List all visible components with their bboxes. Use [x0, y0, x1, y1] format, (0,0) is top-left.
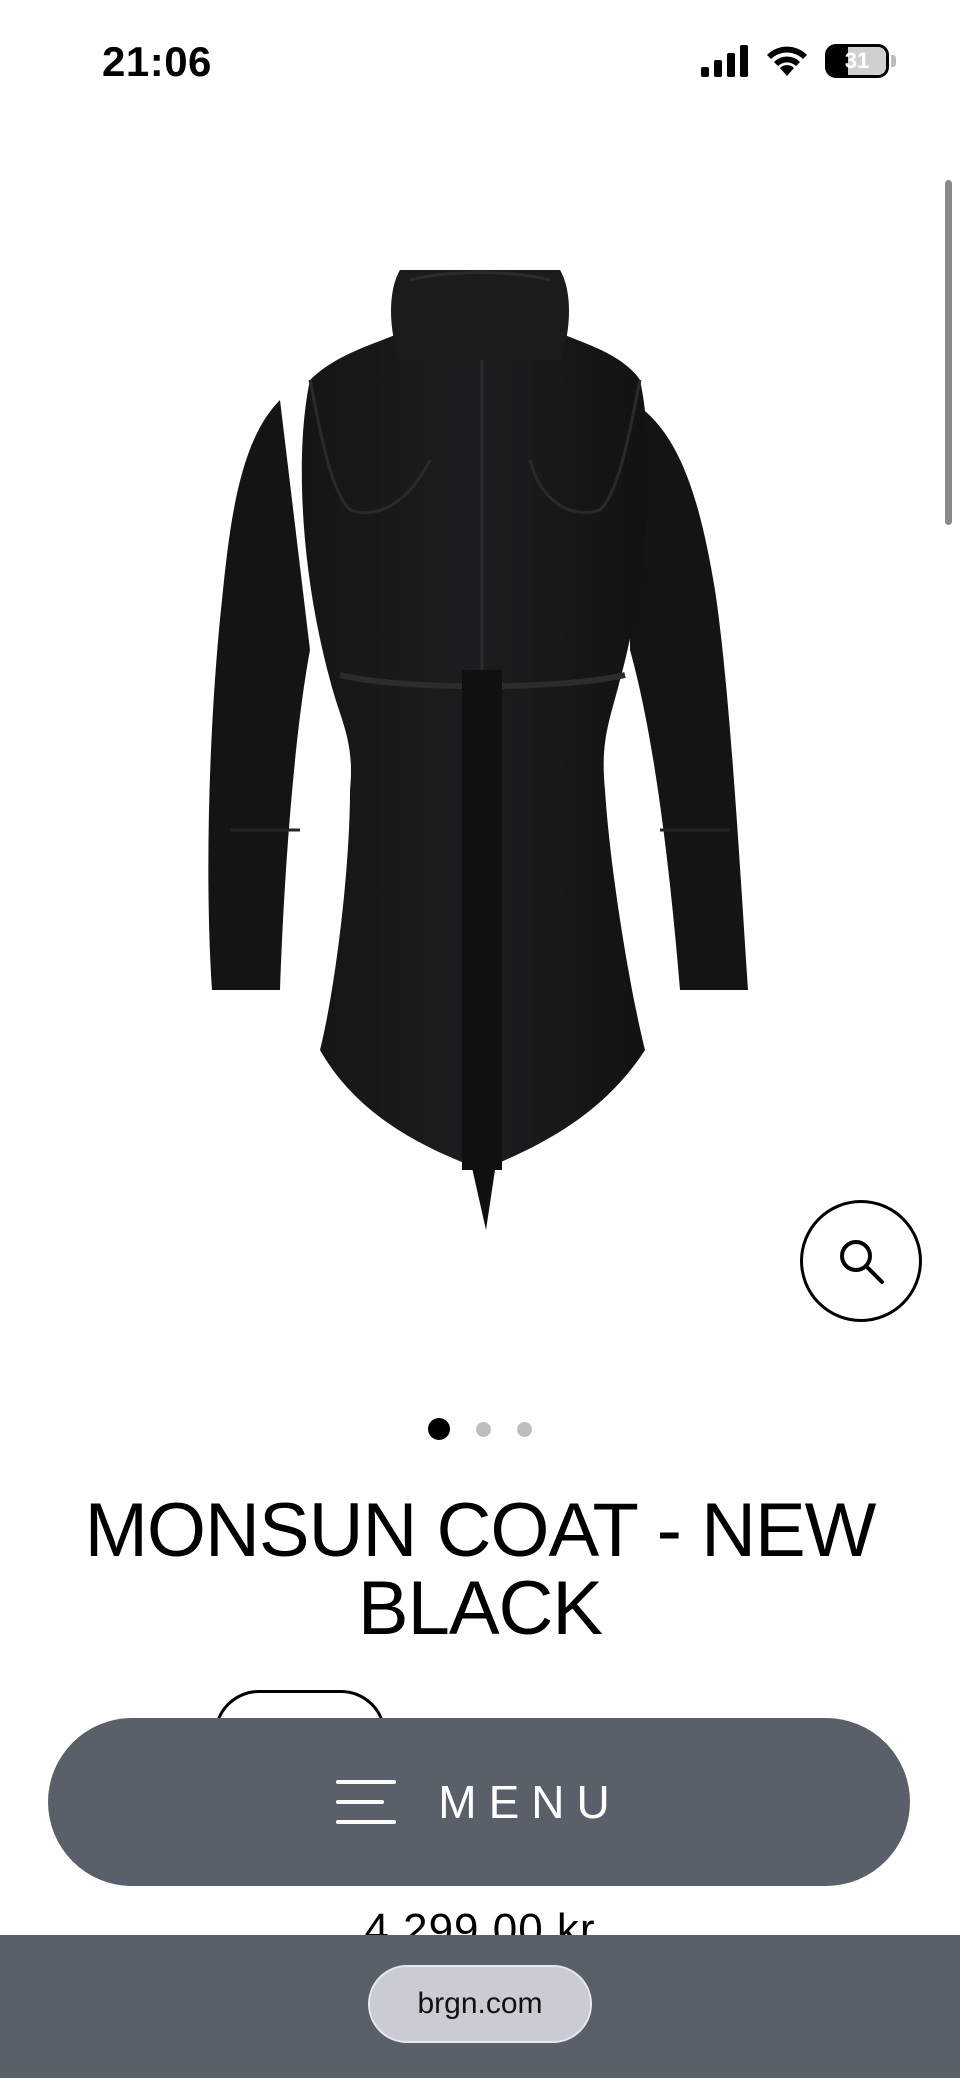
browser-bottom-bar: brgn.com	[0, 1935, 960, 2078]
address-bar[interactable]: brgn.com	[368, 1965, 592, 2043]
carousel-dots	[0, 1418, 960, 1440]
hamburger-icon	[336, 1780, 397, 1824]
wifi-icon	[767, 46, 807, 76]
magnifier-icon	[840, 1240, 884, 1284]
status-bar: 21:06 31	[0, 0, 960, 130]
battery-icon: 31	[825, 44, 889, 78]
coat-photo[interactable]	[200, 270, 760, 1230]
battery-tip	[891, 55, 896, 67]
status-icons: 31	[701, 44, 896, 78]
cellular-signal-icon	[701, 45, 748, 77]
carousel-dot[interactable]	[428, 1418, 450, 1440]
menu-label: MENU	[438, 1776, 622, 1828]
carousel-dot[interactable]	[476, 1421, 491, 1437]
battery-level: 31	[844, 48, 870, 73]
carousel-dot[interactable]	[517, 1421, 532, 1437]
menu-button[interactable]: MENU	[48, 1718, 910, 1886]
status-time: 21:06	[102, 38, 212, 85]
zoom-button[interactable]	[800, 1200, 922, 1322]
scroll-indicator[interactable]	[945, 180, 952, 525]
product-title: MONSUN COAT - NEW BLACK	[84, 1488, 877, 1651]
